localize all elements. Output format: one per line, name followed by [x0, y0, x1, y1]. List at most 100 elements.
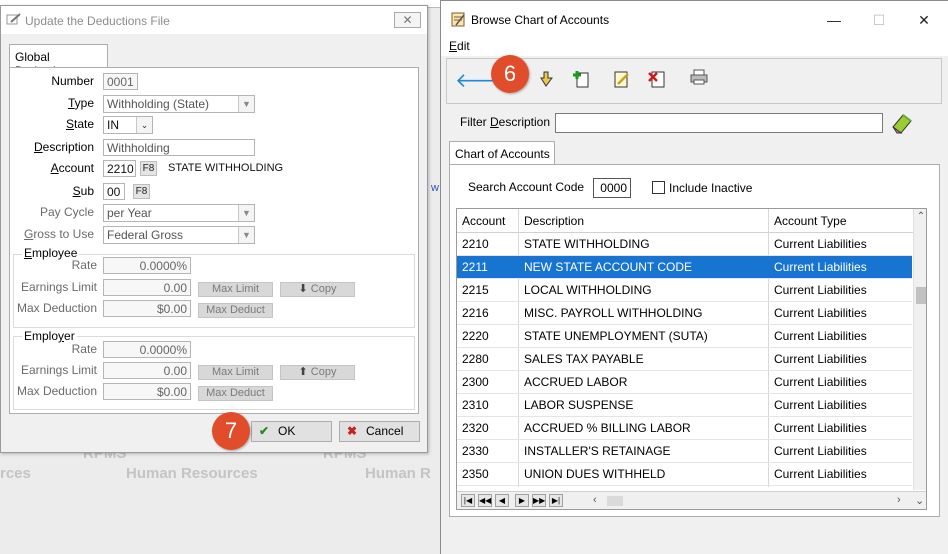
description-cell: MISC. PAYROLL WITHHOLDING — [524, 306, 703, 320]
add-icon[interactable] — [569, 69, 593, 93]
browse-title: Browse Chart of Accounts — [471, 13, 610, 27]
maximize-button[interactable]: ☐ — [864, 9, 894, 31]
filter-eraser-icon[interactable] — [889, 111, 915, 135]
employer-maxded-label: Max Deduction — [16, 384, 97, 398]
print-icon[interactable] — [687, 69, 711, 93]
delete-icon[interactable] — [645, 69, 669, 93]
cancel-button[interactable]: ✖ Cancel — [339, 421, 420, 442]
arrow-up-icon: ⬆ — [298, 366, 308, 378]
chevron-down-icon[interactable]: ▼ — [238, 96, 254, 112]
type-cell: Current Liabilities — [774, 444, 867, 458]
table-row[interactable]: 2300 ACCRUED LABOR Current Liabilities — [457, 371, 912, 394]
back-arrow-icon[interactable]: 🡐 — [455, 69, 509, 93]
column-account-type[interactable]: Account Type — [774, 214, 847, 228]
table-row[interactable]: 2330 INSTALLER'S RETAINAGE Current Liabi… — [457, 440, 912, 463]
table-row[interactable]: 2210 STATE WITHHOLDING Current Liabiliti… — [457, 233, 912, 256]
accounts-table: Account Description Account Type 2210 ST… — [456, 208, 927, 510]
max-limit-label: Max Limit — [211, 283, 260, 295]
search-account-code-label: Search Account Code — [468, 180, 585, 194]
type-select[interactable]: Withholding (State) ▼ — [103, 95, 255, 113]
description-cell: ACCRUED % BILLING LABOR — [524, 421, 691, 435]
table-row[interactable]: 2215 LOCAL WITHHOLDING Current Liabiliti… — [457, 279, 912, 302]
employer-copy-button[interactable]: ⬆ Copy — [280, 365, 355, 380]
account-field[interactable]: 2210 — [103, 160, 136, 177]
type-label: Type — [67, 96, 94, 110]
scroll-left-icon[interactable]: ‹ — [593, 494, 597, 506]
chevron-down-icon[interactable]: ▼ — [238, 205, 254, 221]
account-lookup-key[interactable]: F8 — [140, 161, 157, 176]
account-cell: 2350 — [462, 467, 489, 481]
account-cell: 2210 — [462, 237, 489, 251]
pay-cycle-label: Pay Cycle — [39, 205, 94, 219]
filter-description-input[interactable] — [555, 113, 883, 133]
account-cell: 2320 — [462, 421, 489, 435]
table-row[interactable]: 2350 UNION DUES WITHHELD Current Liabili… — [457, 463, 912, 486]
employee-earnings-field[interactable]: 0.00 — [103, 279, 191, 296]
employer-rate-label: Rate — [71, 342, 97, 356]
sub-field[interactable]: 00 — [103, 183, 125, 200]
step-7-badge: 7 — [212, 412, 250, 450]
tab-global-deductions[interactable]: Global Deductions — [9, 44, 108, 78]
employer-rate-field[interactable]: 0.0000% — [103, 341, 191, 358]
sub-label: Sub — [72, 184, 94, 198]
employer-max-limit-button[interactable]: Max Limit — [198, 365, 273, 380]
table-row[interactable]: 2320 ACCRUED % BILLING LABOR Current Lia… — [457, 417, 912, 440]
employee-maxded-field[interactable]: $0.00 — [103, 300, 191, 317]
table-row[interactable]: 2220 STATE UNEMPLOYMENT (SUTA) Current L… — [457, 325, 912, 348]
employee-copy-button[interactable]: ⬇ Copy — [280, 282, 355, 297]
description-field[interactable]: Withholding — [103, 139, 255, 156]
horizontal-scroll-thumb[interactable] — [607, 496, 623, 506]
next-page-icon[interactable]: ▶▶ — [532, 494, 546, 507]
employee-max-deduct-button[interactable]: Max Deduct — [198, 303, 273, 318]
gross-label: Gross to Use — [23, 227, 94, 241]
employee-max-limit-button[interactable]: Max Limit — [198, 282, 273, 297]
account-cell: 2215 — [462, 283, 489, 297]
minimize-button[interactable]: — — [819, 9, 849, 31]
gross-select[interactable]: Federal Gross ▼ — [103, 226, 255, 244]
employer-earnings-field[interactable]: 0.00 — [103, 362, 191, 379]
tab-chart-of-accounts[interactable]: Chart of Accounts — [449, 141, 555, 165]
search-account-code-input[interactable]: 0000 — [593, 178, 631, 198]
edit-icon[interactable] — [609, 69, 633, 93]
chevron-down-icon[interactable]: ▼ — [238, 227, 254, 243]
chevron-down-icon[interactable]: ⌄ — [136, 117, 152, 133]
browse-chart-dialog: Browse Chart of Accounts — ☐ ✕ Edit 🡐 6 … — [440, 0, 948, 554]
scroll-right-icon[interactable]: › — [897, 494, 901, 506]
prev-record-icon[interactable]: ◀ — [495, 494, 509, 507]
deductions-dialog: Update the Deductions File ✕ Global Dedu… — [0, 5, 428, 453]
next-record-icon[interactable]: ▶ — [515, 494, 529, 507]
chevron-up-icon[interactable]: ⌃ — [914, 211, 926, 222]
prev-page-icon[interactable]: ◀◀ — [478, 494, 492, 507]
scroll-thumb[interactable] — [916, 287, 926, 304]
column-account[interactable]: Account — [462, 214, 505, 228]
employee-earnings-label: Earnings Limit — [20, 280, 97, 294]
employee-rate-field[interactable]: 0.0000% — [103, 257, 191, 274]
include-inactive-checkbox[interactable] — [652, 181, 665, 194]
table-row[interactable]: 2310 LABOR SUSPENSE Current Liabilities — [457, 394, 912, 417]
type-cell: Current Liabilities — [774, 329, 867, 343]
copy-label: Copy — [310, 283, 337, 295]
account-name: STATE WITHHOLDING — [168, 162, 284, 174]
employer-max-deduct-button[interactable]: Max Deduct — [198, 386, 273, 401]
account-cell: 2310 — [462, 398, 489, 412]
select-icon[interactable] — [535, 69, 559, 93]
number-field[interactable]: 0001 — [103, 73, 138, 90]
last-record-icon[interactable]: ▶| — [549, 494, 563, 507]
employer-maxded-field[interactable]: $0.00 — [103, 383, 191, 400]
record-navigator: |◀ ◀◀ ◀ ▶ ▶▶ ▶| ‹ › ⌄ — [457, 491, 926, 509]
menu-edit[interactable]: Edit — [449, 39, 470, 53]
chevron-down-icon[interactable]: ⌄ — [915, 494, 924, 507]
vertical-scrollbar[interactable]: ⌃ — [913, 209, 926, 490]
table-row[interactable]: 2216 MISC. PAYROLL WITHHOLDING Current L… — [457, 302, 912, 325]
sub-lookup-key[interactable]: F8 — [133, 184, 150, 199]
ok-button[interactable]: ✔ OK — [251, 421, 332, 442]
table-row-selected[interactable]: 2211 NEW STATE ACCOUNT CODE Current Liab… — [457, 256, 912, 279]
close-button[interactable]: ✕ — [909, 9, 939, 31]
pay-cycle-select[interactable]: per Year ▼ — [103, 204, 255, 222]
close-button[interactable]: ✕ — [394, 12, 421, 28]
description-cell: NEW STATE ACCOUNT CODE — [524, 260, 693, 274]
table-row[interactable]: 2280 SALES TAX PAYABLE Current Liabiliti… — [457, 348, 912, 371]
column-description[interactable]: Description — [524, 214, 584, 228]
first-record-icon[interactable]: |◀ — [461, 494, 475, 507]
state-select[interactable]: IN ⌄ — [103, 116, 153, 134]
